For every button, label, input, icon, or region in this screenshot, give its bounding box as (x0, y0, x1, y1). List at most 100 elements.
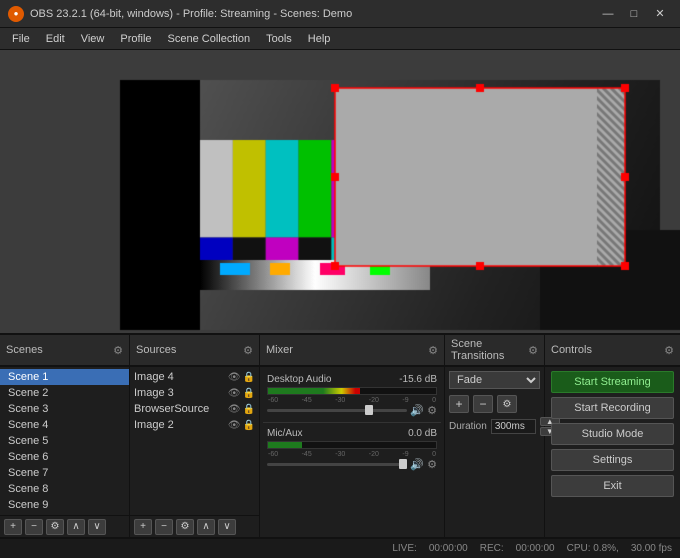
transitions-panel-header: Scene Transitions ⚙ (445, 335, 545, 366)
desktop-audio-config-icon[interactable]: ⚙ (427, 404, 437, 417)
scene-settings-button[interactable]: ⚙ (46, 519, 64, 535)
transition-settings-button[interactable]: ⚙ (497, 395, 517, 413)
duration-label: Duration (449, 421, 487, 432)
studio-mode-button[interactable]: Studio Mode (551, 423, 674, 445)
menu-profile[interactable]: Profile (112, 31, 159, 47)
start-streaming-button[interactable]: Start Streaming (551, 371, 674, 393)
remove-scene-button[interactable]: − (25, 519, 43, 535)
source-icons-image4: 👁 🔒 (228, 372, 255, 383)
source-item-image2[interactable]: Image 2 👁 🔒 (130, 417, 259, 433)
rec-label: REC: (480, 543, 504, 554)
scene-down-button[interactable]: ∨ (88, 519, 106, 535)
micaux-config-icon[interactable]: ⚙ (427, 458, 437, 471)
controls-panel-header: Controls ⚙ (545, 335, 680, 366)
mixer-panel: Desktop Audio -15.6 dB -60-45-30-20-90 🔊… (260, 367, 445, 537)
scenes-panel-header: Scenes ⚙ (0, 335, 130, 366)
desktop-audio-thumb[interactable] (365, 405, 373, 415)
scene-item-3[interactable]: Scene 3 (0, 401, 129, 417)
mixer-settings-icon[interactable]: ⚙ (428, 344, 438, 357)
menu-view[interactable]: View (73, 31, 113, 47)
scenes-settings-icon[interactable]: ⚙ (113, 344, 123, 357)
transitions-settings-icon[interactable]: ⚙ (528, 344, 538, 357)
source-up-button[interactable]: ∧ (197, 519, 215, 535)
scenes-panel: Scene 1 Scene 2 Scene 3 Scene 4 Scene 5 … (0, 367, 130, 537)
remove-source-button[interactable]: − (155, 519, 173, 535)
live-label: LIVE: (392, 543, 416, 554)
source-icons-image2: 👁 🔒 (228, 420, 255, 431)
panels-content: Scene 1 Scene 2 Scene 3 Scene 4 Scene 5 … (0, 367, 680, 538)
desktop-audio-ticks: -60-45-30-20-90 (267, 397, 437, 404)
sources-title: Sources (136, 344, 176, 356)
mixer-content: Desktop Audio -15.6 dB -60-45-30-20-90 🔊… (260, 367, 444, 537)
start-recording-button[interactable]: Start Recording (551, 397, 674, 419)
mixer-title: Mixer (266, 344, 293, 356)
menu-edit[interactable]: Edit (38, 31, 73, 47)
controls-title: Controls (551, 344, 592, 356)
source-settings-button[interactable]: ⚙ (176, 519, 194, 535)
lock-icon-image4[interactable]: 🔒 (243, 372, 255, 383)
desktop-audio-channel: Desktop Audio -15.6 dB -60-45-30-20-90 🔊… (263, 371, 441, 420)
scene-item-2[interactable]: Scene 2 (0, 385, 129, 401)
scene-item-5[interactable]: Scene 5 (0, 433, 129, 449)
lock-icon-browsersource[interactable]: 🔒 (243, 404, 255, 415)
minimize-button[interactable]: — (596, 4, 620, 24)
mixer-panel-header: Mixer ⚙ (260, 335, 445, 366)
transition-type-select[interactable]: Fade Cut Swipe Slide (449, 371, 540, 389)
desktop-audio-db: -15.6 dB (399, 374, 437, 385)
scenes-list: Scene 1 Scene 2 Scene 3 Scene 4 Scene 5 … (0, 367, 129, 515)
visibility-icon-image4[interactable]: 👁 (228, 372, 241, 383)
transitions-title: Scene Transitions (451, 338, 528, 362)
scene-up-button[interactable]: ∧ (67, 519, 85, 535)
controls-settings-icon[interactable]: ⚙ (664, 344, 674, 357)
sources-settings-icon[interactable]: ⚙ (243, 344, 253, 357)
micaux-channel: Mic/Aux 0.0 dB -60-45-30-20-90 🔊 ⚙ (263, 425, 441, 474)
controls-panel: Start Streaming Start Recording Studio M… (545, 367, 680, 537)
source-item-browsersource[interactable]: BrowserSource 👁 🔒 (130, 401, 259, 417)
scene-item-7[interactable]: Scene 7 (0, 465, 129, 481)
panel-headers: Scenes ⚙ Sources ⚙ Mixer ⚙ Scene Transit… (0, 335, 680, 367)
add-source-button[interactable]: + (134, 519, 152, 535)
scene-item-9[interactable]: Scene 9 (0, 497, 129, 513)
menu-tools[interactable]: Tools (258, 31, 300, 47)
visibility-icon-image2[interactable]: 👁 (228, 420, 241, 431)
micaux-slider[interactable] (267, 463, 407, 466)
desktop-audio-meter (267, 387, 437, 395)
scene-item-8[interactable]: Scene 8 (0, 481, 129, 497)
duration-input[interactable] (491, 419, 536, 434)
transition-remove-button[interactable]: − (473, 395, 493, 413)
scene-item-1[interactable]: Scene 1 (0, 369, 129, 385)
desktop-audio-mute-icon[interactable]: 🔊 (410, 404, 424, 417)
maximize-button[interactable]: □ (622, 4, 646, 24)
close-button[interactable]: ✕ (648, 4, 672, 24)
source-down-button[interactable]: ∨ (218, 519, 236, 535)
micaux-thumb[interactable] (399, 459, 407, 469)
lock-icon-image3[interactable]: 🔒 (243, 388, 255, 399)
visibility-icon-image3[interactable]: 👁 (228, 388, 241, 399)
menu-bar: File Edit View Profile Scene Collection … (0, 28, 680, 50)
exit-button[interactable]: Exit (551, 475, 674, 497)
settings-button[interactable]: Settings (551, 449, 674, 471)
status-bar: LIVE: 00:00:00 REC: 00:00:00 CPU: 0.8%, … (0, 538, 680, 558)
add-scene-button[interactable]: + (4, 519, 22, 535)
micaux-mute-icon[interactable]: 🔊 (410, 458, 424, 471)
scene-item-6[interactable]: Scene 6 (0, 449, 129, 465)
scene-item-4[interactable]: Scene 4 (0, 417, 129, 433)
transition-add-button[interactable]: + (449, 395, 469, 413)
menu-file[interactable]: File (4, 31, 38, 47)
controls-content: Start Streaming Start Recording Studio M… (545, 367, 680, 501)
lock-icon-image2[interactable]: 🔒 (243, 420, 255, 431)
mixer-divider (263, 422, 441, 423)
title-bar: ● OBS 23.2.1 (64-bit, windows) - Profile… (0, 0, 680, 28)
source-item-image4[interactable]: Image 4 👁 🔒 (130, 369, 259, 385)
source-item-image3[interactable]: Image 3 👁 🔒 (130, 385, 259, 401)
transitions-panel: Fade Cut Swipe Slide + − ⚙ Duration ▲ ▼ (445, 367, 545, 537)
preview-canvas[interactable] (0, 50, 680, 335)
menu-scene-collection[interactable]: Scene Collection (160, 31, 259, 47)
rec-time: 00:00:00 (516, 543, 555, 554)
desktop-audio-header: Desktop Audio -15.6 dB (267, 374, 437, 385)
desktop-audio-slider[interactable] (267, 409, 407, 412)
visibility-icon-browsersource[interactable]: 👁 (228, 404, 241, 415)
micaux-label: Mic/Aux (267, 428, 303, 439)
micaux-meter (267, 441, 437, 449)
menu-help[interactable]: Help (300, 31, 339, 47)
